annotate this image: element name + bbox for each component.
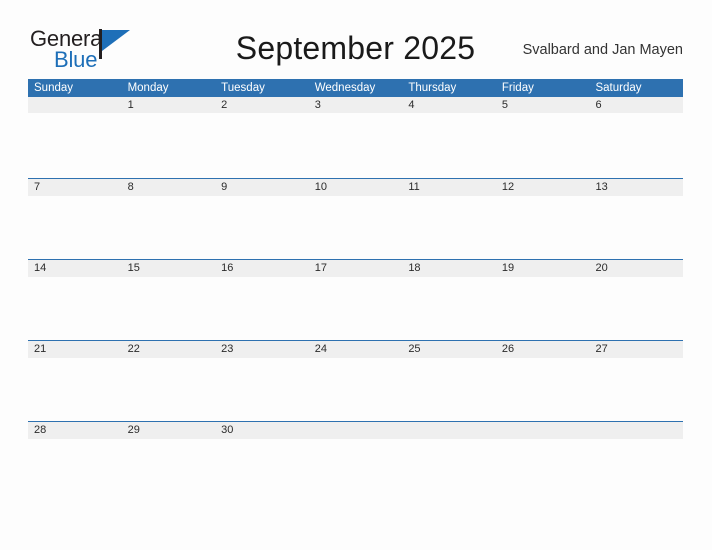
week-event-area — [28, 357, 683, 421]
day-event-cell[interactable] — [309, 438, 403, 502]
day-event-cell[interactable] — [402, 276, 496, 340]
day-number[interactable]: 28 — [28, 422, 122, 439]
day-event-cell[interactable] — [496, 357, 590, 421]
day-of-week-tuesday: Tuesday — [221, 82, 265, 94]
day-event-cell[interactable] — [309, 195, 403, 259]
week-date-band: 1 2 3 4 5 6 — [28, 97, 683, 113]
day-event-cell[interactable] — [309, 357, 403, 421]
day-number[interactable]: 12 — [496, 179, 590, 196]
day-number[interactable]: 26 — [496, 341, 590, 358]
day-event-cell[interactable] — [402, 113, 496, 178]
day-event-cell[interactable] — [402, 438, 496, 502]
day-event-cell[interactable] — [496, 438, 590, 502]
day-event-cell[interactable] — [496, 113, 590, 178]
day-of-week-friday: Friday — [501, 82, 534, 94]
day-of-week-thursday: Thursday — [408, 82, 457, 94]
day-number[interactable]: 29 — [122, 422, 216, 439]
day-number[interactable]: 10 — [309, 179, 403, 196]
day-event-cell[interactable] — [122, 438, 216, 502]
day-number[interactable]: 15 — [122, 260, 216, 277]
day-event-cell[interactable] — [589, 357, 683, 421]
day-number[interactable]: 21 — [28, 341, 122, 358]
week-date-band: 7 8 9 10 11 12 13 — [28, 178, 683, 196]
day-number[interactable]: 20 — [589, 260, 683, 277]
day-event-cell[interactable] — [122, 276, 216, 340]
day-number[interactable]: 22 — [122, 341, 216, 358]
day-number[interactable]: 7 — [28, 179, 122, 196]
day-number[interactable] — [589, 422, 683, 439]
day-event-cell[interactable] — [28, 357, 122, 421]
page-header: General Blue September 2025 Svalbard and… — [28, 22, 683, 72]
week-event-area — [28, 195, 683, 259]
day-number[interactable] — [309, 422, 403, 439]
day-number[interactable]: 18 — [402, 260, 496, 277]
day-number[interactable]: 5 — [496, 97, 590, 113]
week-event-area — [28, 438, 683, 502]
day-event-cell[interactable] — [589, 113, 683, 178]
day-number[interactable]: 14 — [28, 260, 122, 277]
day-event-cell[interactable] — [402, 357, 496, 421]
day-event-cell[interactable] — [309, 113, 403, 178]
day-event-cell[interactable] — [496, 276, 590, 340]
day-event-cell[interactable] — [28, 113, 122, 178]
calendar-week-row: 21 22 23 24 25 26 27 — [28, 340, 683, 421]
day-number[interactable]: 24 — [309, 341, 403, 358]
day-event-cell[interactable] — [122, 195, 216, 259]
day-number[interactable]: 11 — [402, 179, 496, 196]
day-event-cell[interactable] — [28, 276, 122, 340]
day-of-week-wednesday: Wednesday — [314, 82, 376, 94]
region-label: Svalbard and Jan Mayen — [522, 42, 683, 58]
day-number[interactable]: 3 — [309, 97, 403, 113]
day-event-cell[interactable] — [215, 113, 309, 178]
day-number[interactable]: 17 — [309, 260, 403, 277]
day-number[interactable]: 9 — [215, 179, 309, 196]
calendar-page: General Blue September 2025 Svalbard and… — [0, 0, 712, 550]
day-number[interactable]: 8 — [122, 179, 216, 196]
calendar-week-row: 28 29 30 — [28, 421, 683, 502]
day-number[interactable]: 30 — [215, 422, 309, 439]
day-event-cell[interactable] — [589, 438, 683, 502]
day-number[interactable]: 16 — [215, 260, 309, 277]
day-event-cell[interactable] — [589, 195, 683, 259]
day-event-cell[interactable] — [309, 276, 403, 340]
day-event-cell[interactable] — [28, 195, 122, 259]
calendar-grid: Sunday Monday Tuesday Wednesday Thursday… — [28, 79, 683, 502]
day-of-week-header-row: Sunday Monday Tuesday Wednesday Thursday… — [28, 79, 683, 97]
day-event-cell[interactable] — [402, 195, 496, 259]
day-of-week-sunday: Sunday — [34, 82, 74, 94]
day-of-week-saturday: Saturday — [595, 82, 642, 94]
day-number[interactable]: 6 — [589, 97, 683, 113]
day-event-cell[interactable] — [215, 438, 309, 502]
day-number[interactable]: 23 — [215, 341, 309, 358]
week-date-band: 21 22 23 24 25 26 27 — [28, 340, 683, 358]
day-number[interactable]: 25 — [402, 341, 496, 358]
day-number[interactable] — [496, 422, 590, 439]
calendar-week-row: 14 15 16 17 18 19 20 — [28, 259, 683, 340]
week-date-band: 28 29 30 — [28, 421, 683, 439]
day-event-cell[interactable] — [215, 276, 309, 340]
day-event-cell[interactable] — [28, 438, 122, 502]
day-event-cell[interactable] — [215, 195, 309, 259]
calendar-week-row: 7 8 9 10 11 12 13 — [28, 178, 683, 259]
day-of-week-monday: Monday — [127, 82, 169, 94]
day-number[interactable]: 4 — [402, 97, 496, 113]
day-event-cell[interactable] — [122, 113, 216, 178]
calendar-week-row: 1 2 3 4 5 6 — [28, 97, 683, 178]
day-number[interactable] — [28, 97, 122, 113]
day-event-cell[interactable] — [122, 357, 216, 421]
week-event-area — [28, 113, 683, 178]
day-event-cell[interactable] — [215, 357, 309, 421]
week-event-area — [28, 276, 683, 340]
day-number[interactable]: 2 — [215, 97, 309, 113]
day-number[interactable]: 13 — [589, 179, 683, 196]
day-number[interactable]: 19 — [496, 260, 590, 277]
day-event-cell[interactable] — [496, 195, 590, 259]
day-number[interactable] — [402, 422, 496, 439]
day-number[interactable]: 1 — [122, 97, 216, 113]
day-event-cell[interactable] — [589, 276, 683, 340]
day-number[interactable]: 27 — [589, 341, 683, 358]
week-date-band: 14 15 16 17 18 19 20 — [28, 259, 683, 277]
